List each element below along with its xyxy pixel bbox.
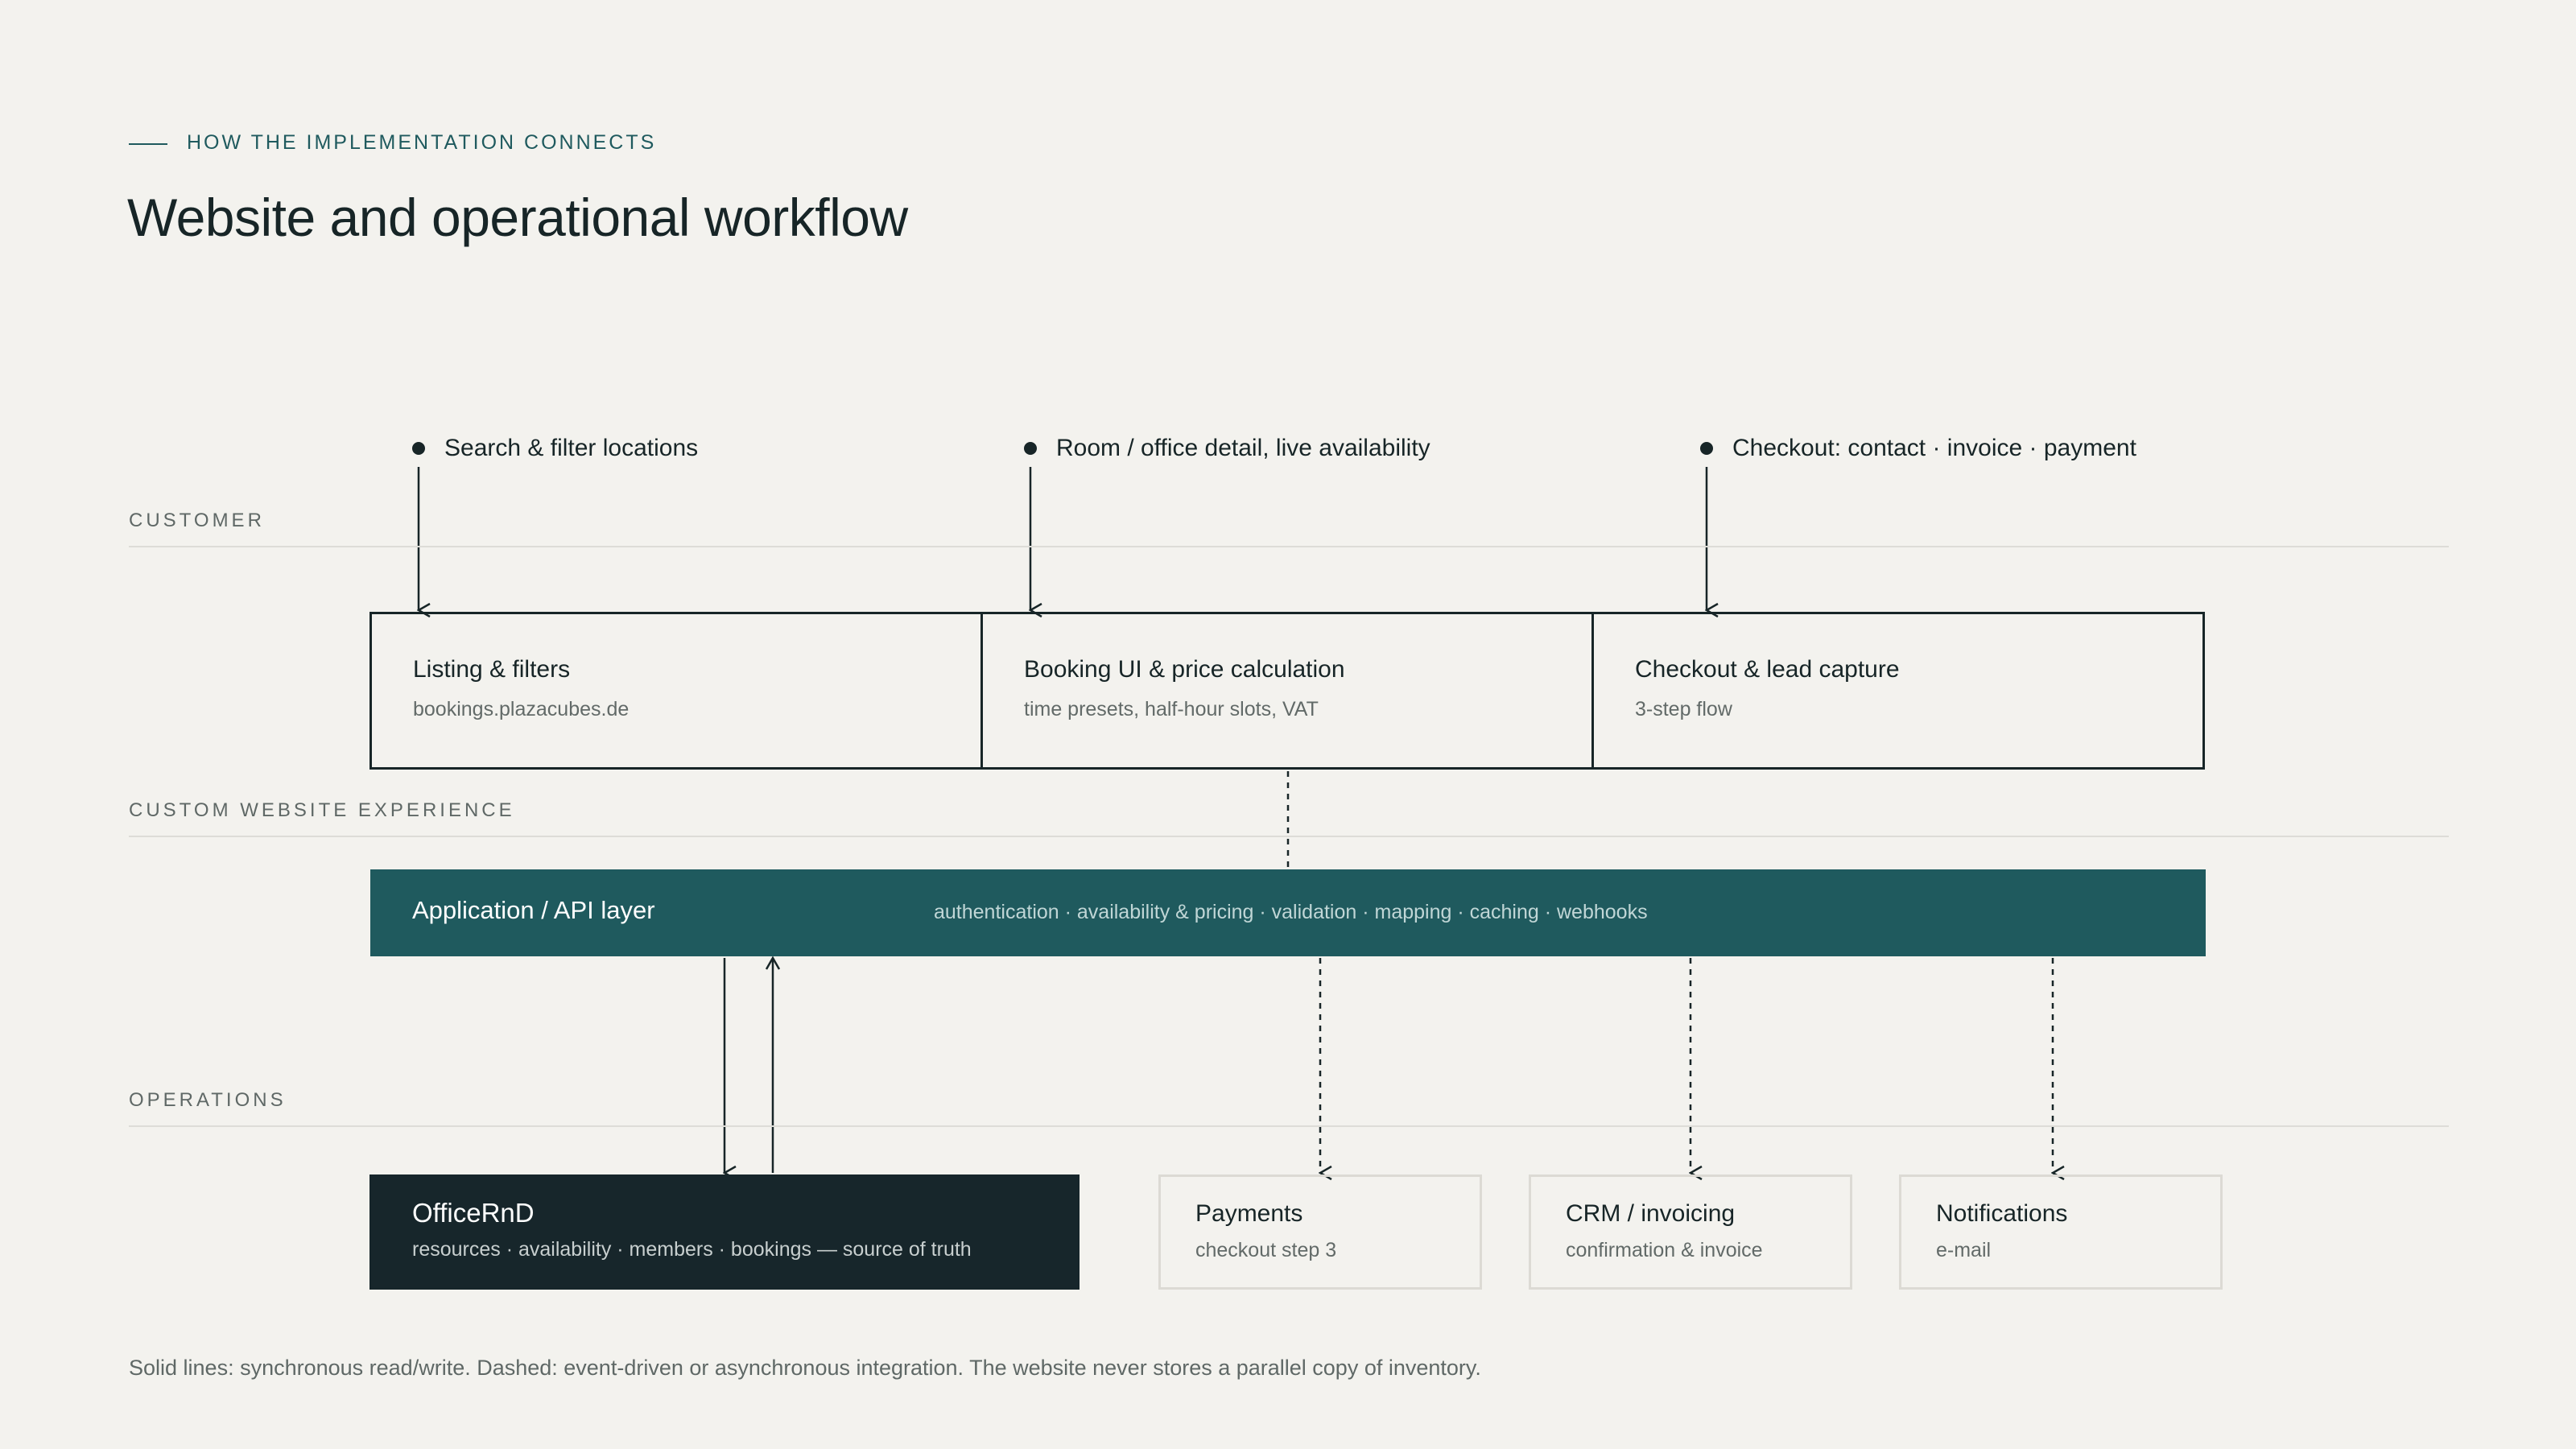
lane-label-customer: CUSTOMER	[129, 510, 265, 531]
block-title: Checkout & lead capture	[1635, 656, 1900, 683]
eyebrow-label: HOW THE IMPLEMENTATION CONNECTS	[187, 131, 657, 154]
website-block-booking: Booking UI & price calculation time pres…	[980, 614, 1591, 767]
block-subtitle: time presets, half-hour slots, VAT	[1024, 698, 1319, 720]
customer-step-label: Search & filter locations	[444, 435, 699, 461]
legend-caption: Solid lines: synchronous read/write. Das…	[129, 1356, 1481, 1380]
website-blocks: Listing & filters bookings.plazacubes.de…	[369, 612, 2205, 770]
integration-title: Notifications	[1936, 1200, 2068, 1227]
page-title: Website and operational workflow	[127, 188, 908, 247]
website-block-checkout: Checkout & lead capture 3-step flow	[1591, 614, 2202, 767]
lane-divider	[129, 1125, 2449, 1127]
integration-subtitle: e-mail	[1936, 1239, 1992, 1261]
customer-step-label: Checkout: contact · invoice · payment	[1732, 435, 2136, 461]
customer-step-search: Search & filter locations	[412, 435, 698, 462]
integration-notifications: Notifications e-mail	[1899, 1174, 2223, 1290]
bullet-dot	[412, 442, 425, 455]
bullet-dot	[1700, 442, 1713, 455]
lane-divider	[129, 546, 2449, 547]
api-layer-subtitle: authentication · availability & pricing …	[934, 901, 1648, 923]
integration-title: CRM / invoicing	[1566, 1200, 1736, 1227]
website-block-listing: Listing & filters bookings.plazacubes.de	[372, 614, 980, 767]
integration-title: Payments	[1195, 1200, 1303, 1227]
customer-step-label: Room / office detail, live availability	[1056, 435, 1430, 461]
block-subtitle: bookings.plazacubes.de	[413, 698, 630, 720]
api-layer-title: Application / API layer	[412, 896, 655, 924]
customer-step-detail: Room / office detail, live availability	[1024, 435, 1430, 462]
officernd-subtitle: resources · availability · members · boo…	[412, 1238, 972, 1261]
integration-subtitle: checkout step 3	[1195, 1239, 1337, 1261]
lane-label-operations: OPERATIONS	[129, 1089, 287, 1111]
lane-label-website: CUSTOM WEBSITE EXPERIENCE	[129, 799, 515, 821]
integration-subtitle: confirmation & invoice	[1566, 1239, 1763, 1261]
eyebrow-rule	[129, 143, 167, 145]
integration-crm: CRM / invoicing confirmation & invoice	[1529, 1174, 1852, 1290]
lane-divider	[129, 836, 2449, 837]
bullet-dot	[1024, 442, 1037, 455]
block-title: Booking UI & price calculation	[1024, 656, 1345, 683]
integration-payments: Payments checkout step 3	[1158, 1174, 1482, 1290]
officernd-block: OfficeRnD resources · availability · mem…	[369, 1174, 1080, 1290]
block-title: Listing & filters	[413, 656, 571, 683]
block-subtitle: 3-step flow	[1635, 698, 1732, 720]
officernd-title: OfficeRnD	[412, 1198, 535, 1228]
customer-step-checkout: Checkout: contact · invoice · payment	[1700, 435, 2136, 462]
api-layer-bar: Application / API layer authentication ·…	[370, 869, 2206, 956]
